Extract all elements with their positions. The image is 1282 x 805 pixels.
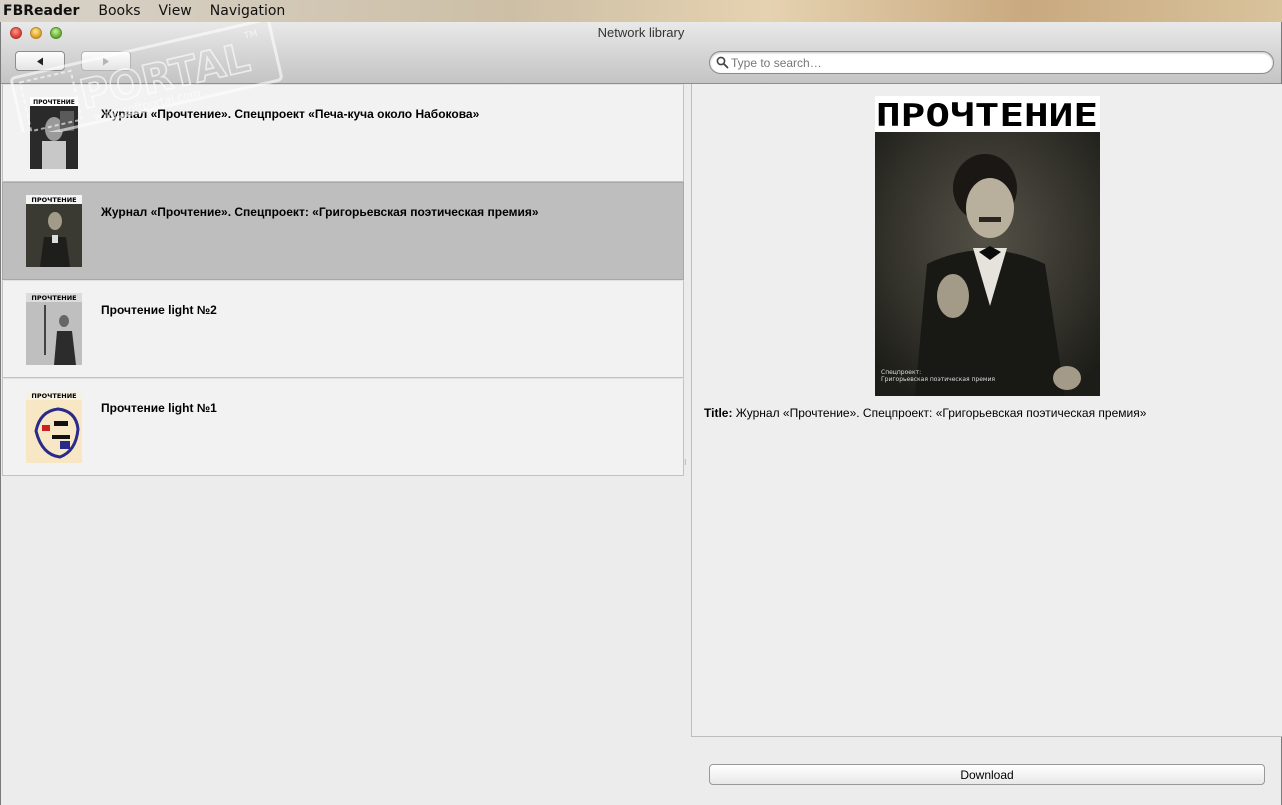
left-arrow-icon <box>37 57 43 65</box>
details-title-label: Title: <box>704 406 733 420</box>
book-cover-large: ПРОЧТЕНИЕ Спецпроект: Григорьевская поэт… <box>875 96 1100 396</box>
menu-books[interactable]: Books <box>89 0 149 22</box>
search-icon <box>715 56 729 70</box>
book-title: Журнал «Прочтение». Спецпроект: «Григорь… <box>101 205 539 219</box>
menu-app-name[interactable]: FBReader <box>0 0 89 22</box>
download-button[interactable]: Download <box>709 764 1265 785</box>
details-title-value: Журнал «Прочтение». Спецпроект: «Григорь… <box>735 406 1147 420</box>
book-cover-thumbnail: ПРОЧТЕНИЕ <box>26 293 82 365</box>
book-title: Прочтение light №2 <box>101 303 217 317</box>
network-library-window: Network library ПРОЧТЕНИЕ <box>0 22 1282 805</box>
right-arrow-icon <box>103 57 109 65</box>
menu-bar: FBReader Books View Navigation <box>0 0 1282 22</box>
thumb-logo: ПРОЧТЕНИЕ <box>31 294 76 302</box>
forward-button[interactable] <box>81 51 131 71</box>
search-input[interactable] <box>731 55 1261 70</box>
book-list-item[interactable]: ПРОЧТЕНИЕ Журнал «Прочтение». Спецпроект… <box>2 84 684 182</box>
book-list: ПРОЧТЕНИЕ Журнал «Прочтение». Спецпроект… <box>2 84 684 476</box>
book-title: Журнал «Прочтение». Спецпроект «Печа-куч… <box>101 107 480 121</box>
book-cover-thumbnail: ПРОЧТЕНИЕ <box>26 195 82 267</box>
menu-view[interactable]: View <box>150 0 201 22</box>
cover-caption-line2: Григорьевская поэтическая премия <box>881 376 995 383</box>
thumb-logo: ПРОЧТЕНИЕ <box>33 99 75 106</box>
book-title: Прочтение light №1 <box>101 401 217 415</box>
back-button[interactable] <box>15 51 65 71</box>
details-title: Title: Журнал «Прочтение». Спецпроект: «… <box>704 406 1146 420</box>
menu-navigation[interactable]: Navigation <box>201 0 295 22</box>
thumb-logo: ПРОЧТЕНИЕ <box>31 196 76 204</box>
book-list-item[interactable]: ПРОЧТЕНИЕ Прочтение light №1 <box>2 378 684 476</box>
cover-caption-line1: Спецпроект: <box>881 369 921 376</box>
title-bar: Network library <box>1 22 1281 84</box>
details-pane: ПРОЧТЕНИЕ Спецпроект: Григорьевская поэт… <box>691 84 1282 737</box>
book-list-item[interactable]: ПРОЧТЕНИЕ Прочтение light №2 <box>2 280 684 378</box>
search-field[interactable] <box>709 51 1274 74</box>
cover-logo: ПРОЧТЕНИЕ <box>876 98 1098 134</box>
book-list-item[interactable]: ПРОЧТЕНИЕ Журнал «Прочтение». Спецпроект… <box>2 182 684 280</box>
book-cover-thumbnail: ПРОЧТЕНИЕ <box>26 391 82 463</box>
thumb-logo: ПРОЧТЕНИЕ <box>31 392 76 400</box>
splitter-handle[interactable]: ⁝ <box>684 458 688 468</box>
book-cover-thumbnail: ПРОЧТЕНИЕ <box>26 97 82 169</box>
window-title: Network library <box>597 25 685 40</box>
